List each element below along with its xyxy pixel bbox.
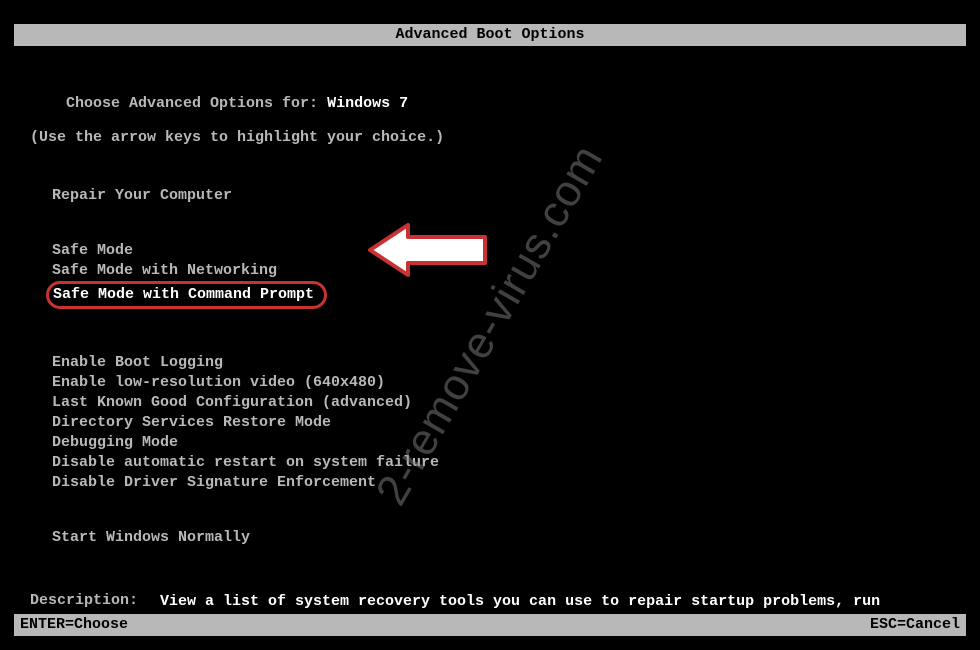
footer-esc: ESC=Cancel <box>870 614 960 636</box>
subheading: (Use the arrow keys to highlight your ch… <box>30 129 950 146</box>
option-group-normal: Start Windows Normally <box>52 528 950 548</box>
heading-prefix: Choose Advanced Options for: <box>66 95 327 112</box>
option-last-known-good-configuration[interactable]: Last Known Good Configuration (advanced) <box>52 393 412 413</box>
option-disable-driver-signature[interactable]: Disable Driver Signature Enforcement <box>52 473 376 493</box>
options-block: Repair Your Computer Safe Mode Safe Mode… <box>52 186 950 548</box>
main-content: Choose Advanced Options for: Windows 7 (… <box>30 78 950 632</box>
option-group-repair: Repair Your Computer <box>52 186 950 206</box>
title-bar: Advanced Boot Options <box>14 24 966 46</box>
option-disable-automatic-restart[interactable]: Disable automatic restart on system fail… <box>52 453 439 473</box>
option-directory-services-restore[interactable]: Directory Services Restore Mode <box>52 413 331 433</box>
footer-bar: ENTER=Choose ESC=Cancel <box>14 614 966 636</box>
heading-line: Choose Advanced Options for: Windows 7 <box>30 78 950 129</box>
footer-enter: ENTER=Choose <box>20 614 128 636</box>
page-title: Advanced Boot Options <box>395 26 584 43</box>
option-debugging-mode[interactable]: Debugging Mode <box>52 433 178 453</box>
option-start-windows-normally[interactable]: Start Windows Normally <box>52 528 250 548</box>
os-name: Windows 7 <box>327 95 408 112</box>
option-enable-boot-logging[interactable]: Enable Boot Logging <box>52 353 223 373</box>
option-repair-your-computer[interactable]: Repair Your Computer <box>52 186 232 206</box>
option-safe-mode-networking[interactable]: Safe Mode with Networking <box>52 261 277 281</box>
option-safe-mode[interactable]: Safe Mode <box>52 241 133 261</box>
option-safe-mode-command-prompt[interactable]: Safe Mode with Command Prompt <box>46 281 327 309</box>
option-group-advanced: Enable Boot Logging Enable low-resolutio… <box>52 353 950 493</box>
option-low-resolution-video[interactable]: Enable low-resolution video (640x480) <box>52 373 385 393</box>
option-group-safe-mode: Safe Mode Safe Mode with Networking Safe… <box>52 241 950 309</box>
